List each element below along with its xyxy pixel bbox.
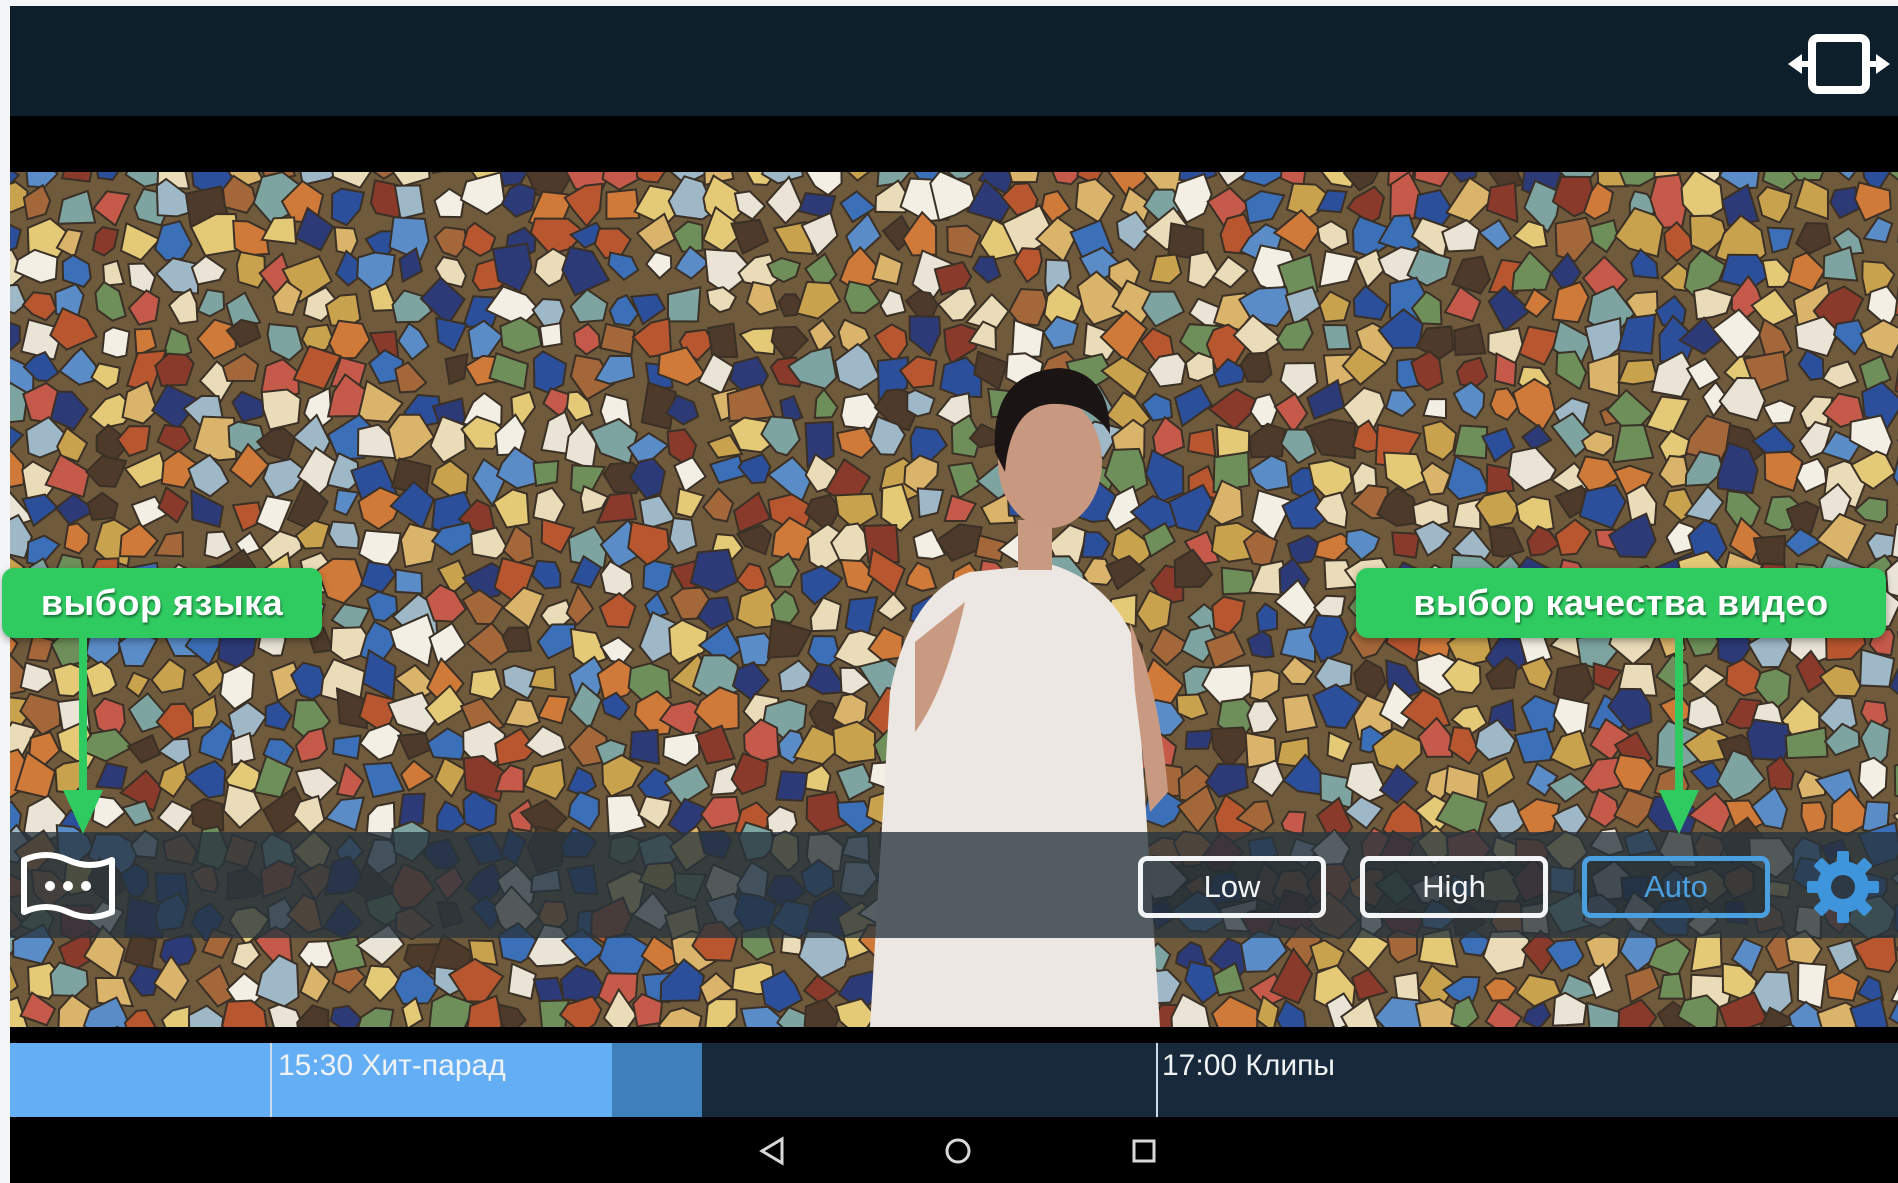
player-controls-bar: Low High Auto [10, 832, 1898, 938]
top-bar [10, 6, 1898, 116]
expand-horizontal-icon[interactable] [1784, 24, 1894, 104]
subtitles-flag-icon[interactable] [16, 846, 120, 926]
quality-low-button[interactable]: Low [1138, 856, 1326, 918]
quality-high-button[interactable]: High [1360, 856, 1548, 918]
recents-square-icon[interactable] [1124, 1131, 1164, 1171]
quality-auto-button[interactable]: Auto [1582, 856, 1770, 918]
home-circle-icon[interactable] [938, 1131, 978, 1171]
program-label: 15:30 Хит-парад [278, 1049, 506, 1082]
program-label: 17:00 Клипы [1162, 1049, 1335, 1082]
callout-quality: выбор качества видео [1356, 568, 1886, 638]
timeline-divider [270, 1043, 272, 1117]
callout-language: выбор языка [2, 568, 322, 638]
timeline-progress-edge [612, 1043, 702, 1117]
gear-icon[interactable] [1804, 848, 1882, 926]
back-triangle-icon[interactable] [752, 1131, 792, 1171]
callout-arrow-quality [1659, 638, 1699, 834]
program-timeline[interactable]: 15:30 Хит-парад 17:00 Клипы [10, 1043, 1898, 1117]
timeline-divider [1156, 1043, 1158, 1117]
android-nav-bar [10, 1117, 1898, 1183]
callout-arrow-language [63, 638, 103, 834]
timeline-elapsed [10, 1043, 270, 1117]
